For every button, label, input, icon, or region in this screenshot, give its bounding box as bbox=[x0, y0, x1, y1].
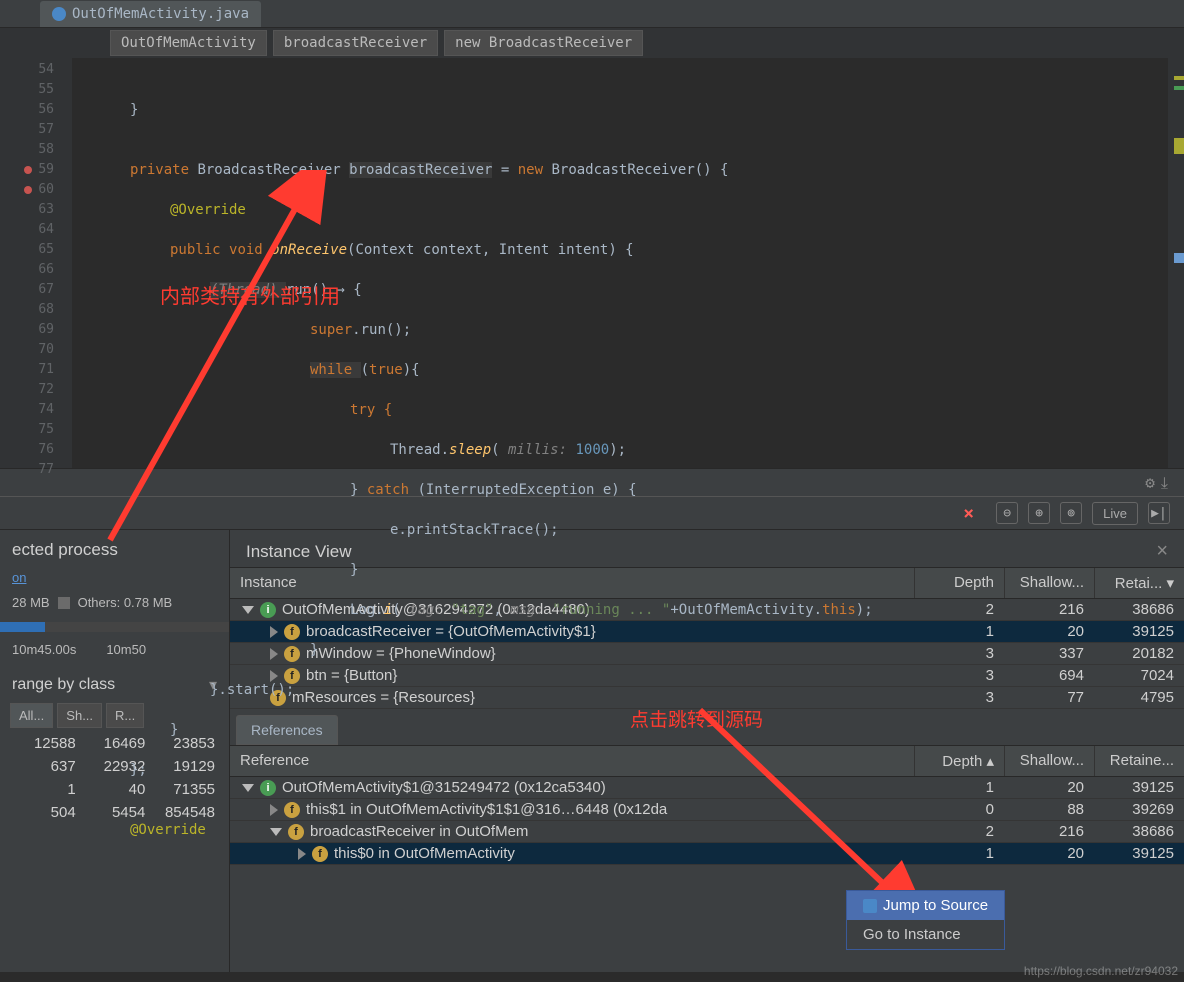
source-icon bbox=[863, 899, 877, 913]
expand-icon[interactable] bbox=[270, 828, 282, 836]
row-label: broadcastReceiver in OutOfMem bbox=[310, 823, 528, 840]
instance-badge-icon: i bbox=[260, 780, 276, 796]
code-editor[interactable]: 54 55 56 57 58 59 60 63 64 65 66 67 68 6… bbox=[0, 58, 1184, 468]
legend-swatch bbox=[58, 597, 70, 609]
zoom-out-button[interactable]: ⊖ bbox=[996, 502, 1018, 524]
minimap[interactable] bbox=[1168, 58, 1184, 468]
expand-icon[interactable] bbox=[298, 848, 306, 860]
size-label: 28 MB bbox=[12, 595, 50, 610]
editor-tab[interactable]: OutOfMemActivity.java bbox=[40, 1, 261, 27]
breadcrumb-item[interactable]: OutOfMemActivity bbox=[110, 30, 267, 56]
row-label: this$1 in OutOfMemActivity$1$1@316…6448 … bbox=[306, 801, 667, 818]
watermark: https://blog.csdn.net/zr94032 bbox=[1024, 964, 1178, 978]
java-file-icon bbox=[52, 7, 66, 21]
menu-jump-to-source[interactable]: Jump to Source bbox=[847, 891, 1004, 920]
breadcrumb-item[interactable]: broadcastReceiver bbox=[273, 30, 438, 56]
sort-tab-all[interactable]: All... bbox=[10, 703, 53, 728]
annotation-label-2: 点击跳转到源码 bbox=[630, 705, 763, 732]
reset-zoom-button[interactable]: ⊚ bbox=[1060, 502, 1082, 524]
code-content[interactable]: } private BroadcastReceiver broadcastRec… bbox=[72, 58, 873, 468]
line-gutter: 54 55 56 57 58 59 60 63 64 65 66 67 68 6… bbox=[0, 58, 72, 468]
field-badge-icon: f bbox=[288, 824, 304, 840]
row-label: this$0 in OutOfMemActivity bbox=[334, 845, 515, 862]
table-row[interactable]: fthis$0 in OutOfMemActivity12039125 bbox=[230, 843, 1184, 865]
annotation-label: 内部类持有外部引用 bbox=[160, 280, 340, 309]
row-label: OutOfMemActivity$1@315249472 (0x12ca5340… bbox=[282, 779, 606, 796]
references-tab[interactable]: References bbox=[236, 715, 338, 745]
menu-go-to-instance[interactable]: Go to Instance bbox=[847, 920, 1004, 949]
table-row[interactable]: fbroadcastReceiver in OutOfMem221638686 bbox=[230, 821, 1184, 843]
close-panel-icon[interactable]: × bbox=[1156, 540, 1168, 563]
expand-icon[interactable] bbox=[270, 804, 278, 816]
breadcrumb-item[interactable]: new BroadcastReceiver bbox=[444, 30, 643, 56]
zoom-in-button[interactable]: ⊕ bbox=[1028, 502, 1050, 524]
breadcrumb-bar: OutOfMemActivity broadcastReceiver new B… bbox=[0, 28, 1184, 58]
download-icon[interactable]: ⤓ bbox=[1161, 473, 1168, 493]
gear-icon[interactable]: ⚙ bbox=[1145, 473, 1155, 492]
context-menu: Jump to Source Go to Instance bbox=[846, 890, 1005, 950]
live-button[interactable]: Live bbox=[1092, 502, 1138, 525]
skip-end-button[interactable]: ▶| bbox=[1148, 502, 1170, 524]
close-icon[interactable]: × bbox=[963, 503, 974, 524]
expand-icon[interactable] bbox=[242, 784, 254, 792]
field-badge-icon: f bbox=[312, 846, 328, 862]
field-badge-icon: f bbox=[284, 802, 300, 818]
editor-tab-bar: OutOfMemActivity.java bbox=[0, 0, 1184, 28]
table-row[interactable]: i OutOfMemActivity$1@315249472 (0x12ca534… bbox=[230, 777, 1184, 799]
table-row[interactable]: f this$1 in OutOfMemActivity$1$1@316…6448… bbox=[230, 799, 1184, 821]
tab-filename: OutOfMemActivity.java bbox=[72, 6, 249, 22]
